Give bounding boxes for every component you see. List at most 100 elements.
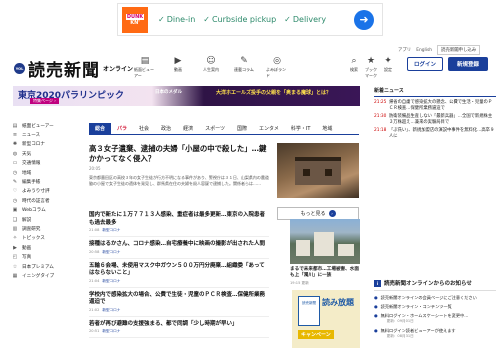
- list-item-title[interactable]: 五輪６会場、未使用マスク中ガウン５００万円分廃棄…組織委「あってはならないこと」: [89, 263, 269, 278]
- yol-badge: YOL: [14, 63, 25, 74]
- sidebar-item[interactable]: ✎ 編集手帳: [12, 177, 74, 186]
- sidebar-item[interactable]: ✧ トピックス: [12, 234, 74, 243]
- sidebar-item[interactable]: ▤ 紙面ビューアー: [12, 121, 74, 130]
- video-icon: ▶: [174, 56, 182, 66]
- nav-people[interactable]: ☺ 人生案内: [200, 55, 222, 79]
- sidebar-item-label: ニュース: [22, 133, 41, 139]
- list-item-title[interactable]: 接種はるかさん、コロナ感染…自宅療養中に映画の撮影が出された人間: [89, 241, 269, 249]
- login-button[interactable]: ログイン: [407, 57, 443, 71]
- announcement-item[interactable]: ● 読売新聞オンライン・コンテンツ一覧: [374, 304, 496, 309]
- tab-10[interactable]: 地域: [316, 123, 338, 134]
- chevron-right-icon: ›: [328, 210, 336, 217]
- subscription-campaign-ad[interactable]: 読売新聞 読み放題 キャンペーン: [292, 290, 360, 348]
- nav-book[interactable]: ✎ 連載コラム: [233, 55, 255, 79]
- top-ad-banner[interactable]: DUNK KN' ✓ Dine-in ✓ Curbside pickup ✓ Deli…: [117, 3, 383, 36]
- header-tools: ⌕ 検索 ★ ブックマーク ✦ 設定: [348, 55, 394, 79]
- english-link[interactable]: English: [416, 48, 432, 53]
- nav-video[interactable]: ▶ 動画: [167, 55, 189, 79]
- bullet-icon: ●: [374, 313, 378, 318]
- sidebar-item[interactable]: ◷ 時代の証言者: [12, 196, 74, 205]
- announcement-date: 更新：08月31日: [386, 334, 414, 338]
- tool-label: ブックマーク: [365, 67, 377, 78]
- list-item[interactable]: 学校内で感染拡大の場合、公費で生徒・児童のＰＣＲ検査…保健所業務逼迫で 21:02…: [89, 288, 269, 317]
- tool-settings[interactable]: ✦ 設定: [382, 55, 394, 79]
- promo-caption[interactable]: まるで未来都市…工場被害、水面も上「濁川」に一族: [290, 267, 362, 279]
- list-item-tag[interactable]: 新型コロナ: [102, 329, 120, 333]
- nav-newspaper[interactable]: ▤ 紙面ビューアー: [134, 55, 156, 79]
- list-item-tag[interactable]: 新型コロナ: [102, 308, 120, 312]
- list-item-title[interactable]: 若者が再び避難の支援強まる、都で同調「少し時期が早い」: [89, 321, 269, 329]
- nav-label: 動画: [174, 67, 182, 72]
- newspaper-book-icon: 読売新聞: [298, 296, 320, 326]
- tab-5[interactable]: 経済: [177, 123, 199, 134]
- bullet-icon: ●: [374, 295, 378, 300]
- site-logo[interactable]: YOL 読売新聞 オンライン: [14, 56, 133, 81]
- search-icon: ⌕: [351, 56, 357, 66]
- announcement-item[interactable]: ● 無料ログイン・ホームスケーシートを変更中… 更新：09月01日: [374, 313, 496, 324]
- sidebar-item[interactable]: ▣ Webコラム: [12, 206, 74, 215]
- lead-article[interactable]: 高３女子遺棄、逮捕の夫婦「小屋の中で殺した」…鍵かかってなく侵入？ 20:05 …: [89, 144, 269, 186]
- list-item[interactable]: 若者が再び避難の支援強まる、都で同調「少し時期が早い」 20:51 新型コロナ: [89, 317, 269, 338]
- sidebar-item[interactable]: ▦ イニングタイブ: [12, 271, 74, 280]
- news-flash-item[interactable]: 21:30 防衛装備品生産しない「最新兵器」…全国で新規株主３万株超え…兼来の実験…: [374, 114, 496, 125]
- announcements-heading: i 読売新聞オンラインからのお知らせ: [374, 279, 496, 291]
- tab-8[interactable]: エンタメ: [253, 123, 285, 134]
- list-item[interactable]: 五輪６会場、未使用マスク中ガウン５００万円分廃棄…組織委「あってはならないこと」…: [89, 259, 269, 288]
- bullet-icon: ●: [374, 304, 378, 309]
- tab-7[interactable]: 国際: [231, 123, 253, 134]
- sidebar-item[interactable]: ▥ 調査研究: [12, 224, 74, 233]
- tab-2[interactable]: パラ: [111, 123, 133, 134]
- list-item-tag[interactable]: 新型コロナ: [102, 250, 120, 254]
- announcement-item[interactable]: ● 無料ログイン読者ビューアーが使えます 更新：08月31日: [374, 328, 496, 339]
- ad-brand-logo: DUNK KN': [122, 6, 148, 33]
- tv-icon: ▣: [12, 207, 18, 214]
- tab-3[interactable]: 社会: [133, 123, 155, 134]
- sidebar-item[interactable]: ▶ 動画: [12, 243, 74, 252]
- lead-article-title[interactable]: 高３女子遺棄、逮捕の夫婦「小屋の中で殺した」…鍵かかってなく侵入？: [89, 144, 269, 164]
- banner-feature-tag[interactable]: 特集ページ ›: [30, 98, 59, 104]
- promo-photo[interactable]: [290, 219, 360, 264]
- tab-4[interactable]: 政治: [155, 123, 177, 134]
- sidebar-item[interactable]: ◍ 天気: [12, 149, 74, 158]
- announcement-body: 読売新聞オンラインの会員ページにご注意ください: [381, 295, 477, 300]
- tab-9[interactable]: 科学・IT: [285, 123, 317, 134]
- sidebar-item[interactable]: ▭ 交通情報: [12, 159, 74, 168]
- sidebar-item[interactable]: ☆ 日本プレミアム: [12, 262, 74, 271]
- announcement-text: 無料ログイン・ホームスケーシートを変更中…: [380, 313, 469, 318]
- signup-button[interactable]: 新規登録: [448, 57, 488, 71]
- newspaper-icon: ▤: [140, 56, 150, 66]
- list-item-tag[interactable]: 新型コロナ: [102, 279, 120, 283]
- list-item-tag[interactable]: 新型コロナ: [102, 228, 120, 232]
- list-item-time: 21:04: [89, 278, 100, 283]
- tool-bookmark[interactable]: ★ ブックマーク: [365, 55, 377, 79]
- list-item[interactable]: 接種はるかさん、コロナ感染…自宅療養中に映画の撮影が出された人間 20:58 新型コ…: [89, 237, 269, 259]
- sidebar-item-label: 時代の証言者: [22, 198, 50, 204]
- lead-article-photo[interactable]: [277, 143, 359, 198]
- app-link[interactable]: アプリ: [398, 47, 411, 53]
- sidebar-item[interactable]: ◰ 写真: [12, 252, 74, 261]
- sidebar-item[interactable]: ✺ 新型コロナ: [12, 140, 74, 149]
- ad-option-curbside: ✓ Curbside pickup: [203, 15, 276, 24]
- sidebar-item[interactable]: ◷ 地域: [12, 168, 74, 177]
- ad-option-label: Delivery: [292, 15, 327, 24]
- news-flash-item[interactable]: 21:25 帰省の自粛で感染拡大の懸念、公費で生活・児童のＰＣＲ検査…保健所業務逼…: [374, 100, 496, 111]
- subscribe-link[interactable]: 読売新聞申し込み: [437, 45, 481, 55]
- photo-house-shape: [295, 157, 341, 185]
- nav-compass[interactable]: ◎ よみぽランド: [266, 55, 288, 79]
- tool-search[interactable]: ⌕ 検索: [348, 55, 360, 79]
- compass-icon: ◎: [273, 56, 281, 66]
- paralympic-banner[interactable]: 東京2020パラリンピック 特集ページ › 日本のメダル 大洋ホエールズ投手の父…: [13, 86, 360, 106]
- announcement-item[interactable]: ● 読売新聞オンラインの会員ページにご注意ください: [374, 295, 496, 300]
- tab-1[interactable]: 総合: [89, 123, 112, 134]
- sidebar-item[interactable]: ❑ 解説: [12, 215, 74, 224]
- tab-6[interactable]: スポーツ: [199, 123, 231, 134]
- list-item-title[interactable]: 学校内で感染拡大の場合、公費で生徒・児童のＰＣＲ検査…保健所業務逼迫で: [89, 292, 269, 307]
- list-item-title[interactable]: 国内で新たに１万７７１３人感染、重症者は最多更新…東京の入院患者も過去最多: [89, 212, 269, 227]
- logo-title: 読売新聞: [28, 61, 100, 81]
- list-item[interactable]: 国内で新たに１万７７１３人感染、重症者は最多更新…東京の入院患者も過去最多 21:…: [89, 208, 269, 237]
- news-flash-item[interactable]: 21:18 「ぷ氏い」、新規加盟店の演説中事件を無料化…高卒９人に: [374, 128, 496, 139]
- ad-arrow-icon[interactable]: ➜: [354, 9, 374, 30]
- news-time: 21:25: [374, 100, 387, 105]
- sidebar-item[interactable]: ≡ ニュース: [12, 130, 74, 139]
- sidebar-item[interactable]: ♡ よみうり寸評: [12, 187, 74, 196]
